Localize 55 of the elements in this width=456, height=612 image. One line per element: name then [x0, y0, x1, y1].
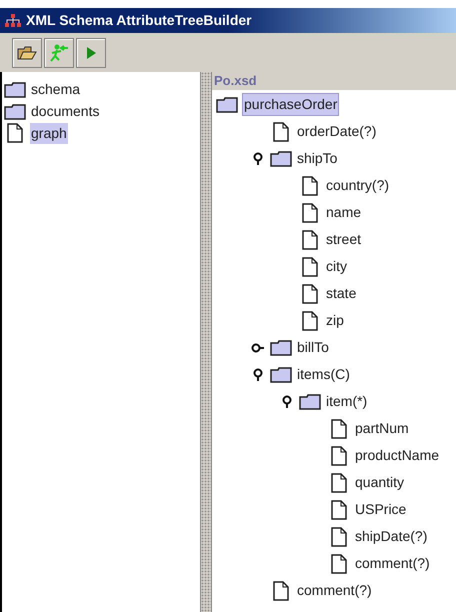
document-icon [302, 310, 318, 330]
tree-node[interactable]: productName [354, 445, 440, 466]
tree-node[interactable]: zip [325, 310, 345, 331]
sidebar-item[interactable]: graph [30, 122, 68, 144]
expanded-handle-icon[interactable] [252, 152, 262, 166]
folder-icon [299, 393, 321, 410]
tree-node[interactable]: shipDate(?) [354, 526, 428, 547]
toolbar-button[interactable] [12, 38, 42, 68]
tree-node[interactable]: items(C) [296, 364, 351, 385]
folder-icon [270, 366, 292, 383]
window-title: XML Schema AttributeTreeBuilder [26, 11, 252, 30]
document-icon [273, 122, 289, 142]
open-folder-icon [17, 44, 37, 60]
tree-node[interactable]: city [325, 256, 348, 277]
document-icon [331, 472, 347, 492]
tree-node[interactable]: comment(?) [354, 553, 431, 574]
document-icon [302, 202, 318, 222]
document-icon [331, 554, 347, 574]
document-icon [302, 230, 318, 250]
tree-node[interactable]: shipTo [296, 148, 338, 169]
tree-node[interactable]: comment(?) [296, 580, 373, 601]
document-icon [331, 526, 347, 546]
document-icon [302, 256, 318, 276]
panel-title: Po.xsd [214, 72, 257, 90]
document-icon [302, 284, 318, 304]
document-icon [7, 123, 23, 143]
folder-icon [270, 339, 292, 356]
document-icon [331, 500, 347, 520]
folder-icon [270, 150, 292, 167]
sidebar-item[interactable]: schema [30, 78, 82, 100]
expanded-handle-icon[interactable] [282, 394, 292, 408]
tree-node[interactable]: street [325, 229, 362, 250]
document-icon [302, 176, 318, 196]
document-icon [273, 580, 289, 600]
collapsed-handle-icon[interactable] [250, 342, 264, 352]
expanded-handle-icon[interactable] [252, 368, 262, 382]
document-icon [331, 418, 347, 438]
tree-node[interactable]: item(*) [325, 391, 368, 412]
tree-node[interactable]: USPrice [354, 499, 408, 520]
folder-icon [4, 80, 26, 98]
tree-node[interactable]: name [325, 202, 362, 223]
tree-node[interactable]: purchaseOrder [242, 93, 340, 116]
tree-node[interactable]: country(?) [325, 175, 390, 196]
running-figure-icon [49, 42, 69, 62]
tree-node[interactable]: partNum [354, 418, 410, 439]
sidebar-item[interactable]: documents [30, 100, 100, 122]
document-icon [331, 446, 347, 466]
tree-node[interactable]: state [325, 283, 358, 304]
tree-node[interactable]: quantity [354, 472, 406, 493]
folder-icon [4, 102, 26, 120]
tree-node[interactable]: billTo [296, 337, 330, 358]
play-icon [85, 44, 97, 60]
tree-node[interactable]: orderDate(?) [296, 121, 378, 142]
folder-icon [216, 96, 238, 113]
tree-logo-icon [4, 12, 22, 28]
